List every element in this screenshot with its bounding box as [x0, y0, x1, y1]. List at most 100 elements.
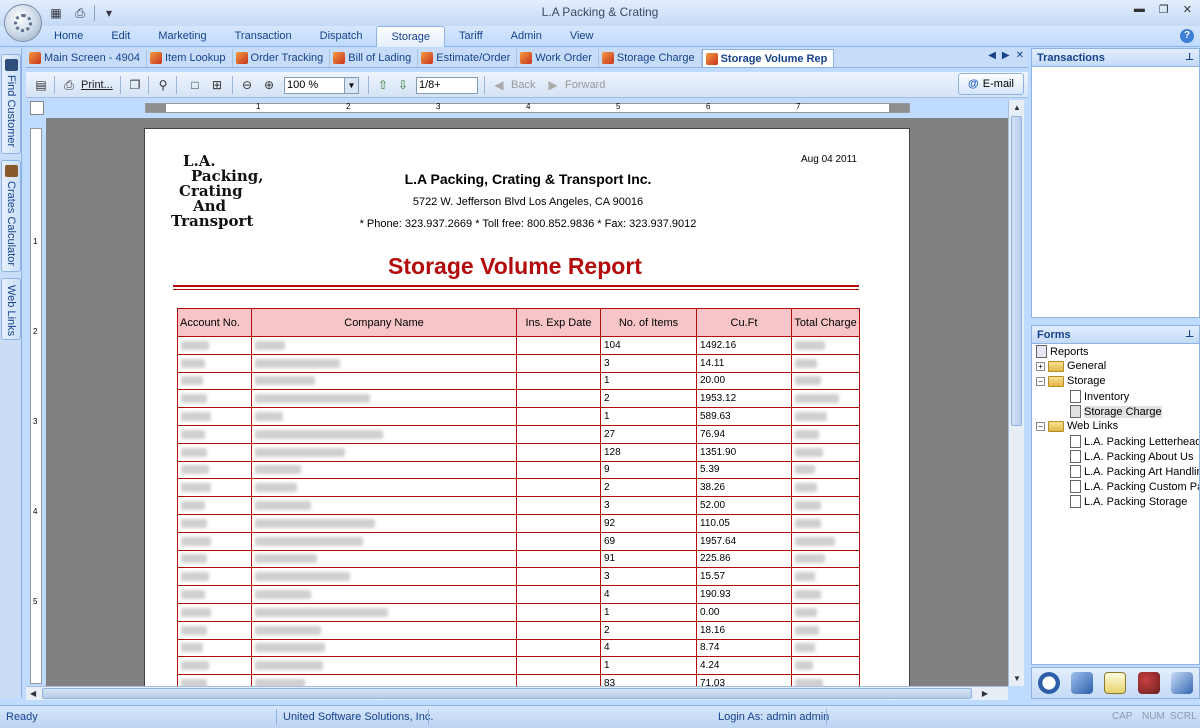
- multi-page-button[interactable]: ⊞: [208, 75, 226, 95]
- ribbon-tab-storage[interactable]: Storage: [376, 26, 445, 47]
- side-tab-find-customer[interactable]: Find Customer: [1, 54, 21, 154]
- tab-scroll-right-icon[interactable]: ▶: [1002, 50, 1010, 61]
- horizontal-scrollbar[interactable]: ◀ ▶: [26, 686, 1008, 700]
- tree-node-letterhead[interactable]: L.A. Packing Letterhead: [1070, 435, 1199, 448]
- ruler-number: 4: [33, 507, 38, 516]
- redacted-value: [181, 536, 211, 546]
- total-charge-cell: [791, 424, 860, 444]
- tree-node-storage-charge[interactable]: Storage Charge: [1070, 405, 1162, 418]
- forward-button[interactable]: ▶ Forward: [544, 75, 605, 95]
- pin-icon[interactable]: ⊥: [1185, 329, 1194, 340]
- collapse-icon[interactable]: −: [1036, 376, 1045, 386]
- vertical-scrollbar[interactable]: ▲ ▼: [1008, 100, 1024, 686]
- total-charge-cell: [791, 407, 860, 426]
- doc-tab-storage-volume-report[interactable]: Storage Volume Rep: [701, 49, 835, 67]
- tree-node-reports[interactable]: Reports: [1036, 345, 1089, 358]
- collapse-icon[interactable]: −: [1036, 421, 1045, 431]
- scrollbar-thumb[interactable]: [42, 688, 972, 699]
- tab-scroll-left-icon[interactable]: ◀: [988, 50, 996, 61]
- tree-node-storage[interactable]: − Storage: [1036, 375, 1106, 387]
- redacted-value: [181, 554, 207, 564]
- ruler-corner: [30, 101, 44, 115]
- scroll-right-icon[interactable]: ▶: [982, 689, 988, 698]
- document-map-button[interactable]: ▤: [32, 75, 50, 95]
- doc-tab-bill-of-lading[interactable]: Bill of Lading: [330, 49, 419, 67]
- next-page-button[interactable]: ⇩: [394, 75, 412, 95]
- tree-node-storage-link[interactable]: L.A. Packing Storage: [1070, 495, 1187, 508]
- ribbon-tab-dispatch[interactable]: Dispatch: [306, 26, 377, 47]
- side-tab-crates-calculator[interactable]: Crates Calculator: [1, 160, 21, 272]
- table-row: 128 1351.90: [177, 442, 860, 462]
- table-row: 2 38.26: [177, 478, 860, 498]
- doc-tab-item-lookup[interactable]: Item Lookup: [147, 49, 233, 67]
- redacted-value: [181, 500, 205, 510]
- close-tab-icon[interactable]: ✕: [1016, 50, 1024, 61]
- redacted-value: [255, 661, 323, 671]
- ribbon-tab-admin[interactable]: Admin: [497, 26, 556, 47]
- clock-icon[interactable]: [1037, 672, 1060, 694]
- close-icon[interactable]: ✕: [1183, 3, 1192, 16]
- expand-icon[interactable]: +: [1036, 361, 1045, 371]
- single-page-icon: □: [191, 78, 199, 92]
- page-number-field[interactable]: 1/8+: [416, 75, 478, 95]
- doc-tab-storage-charge[interactable]: Storage Charge: [599, 49, 702, 67]
- zoom-combobox[interactable]: 100 % ▼: [284, 75, 359, 95]
- doc-tab-estimate-order[interactable]: Estimate/Order: [418, 49, 518, 67]
- single-page-button[interactable]: □: [186, 75, 204, 95]
- report-icon: [705, 52, 718, 65]
- app-menu-button[interactable]: [4, 4, 42, 42]
- scroll-down-icon[interactable]: ▼: [1013, 674, 1021, 683]
- side-tab-web-links[interactable]: Web Links: [1, 278, 21, 340]
- help-icon[interactable]: ?: [1180, 29, 1194, 43]
- form-icon: [1070, 480, 1081, 493]
- minimize-icon[interactable]: ▬: [1134, 3, 1145, 16]
- chevron-down-icon[interactable]: ▼: [344, 77, 358, 93]
- pen-icon[interactable]: [1171, 672, 1194, 694]
- tree-node-custom-packing[interactable]: L.A. Packing Custom Packing: [1070, 480, 1199, 493]
- tree-node-inventory[interactable]: Inventory: [1070, 390, 1129, 403]
- redacted-value: [181, 447, 207, 457]
- previous-page-button[interactable]: ⇧: [374, 75, 392, 95]
- page-number-input[interactable]: 1/8+: [416, 76, 478, 94]
- company-cell: [251, 424, 517, 444]
- side-tab-label: Find Customer: [5, 75, 17, 148]
- ribbon-tab-marketing[interactable]: Marketing: [144, 26, 220, 47]
- users-icon[interactable]: [1137, 672, 1160, 694]
- form-icon: [1070, 390, 1081, 403]
- ribbon-tab-tariff[interactable]: Tariff: [445, 26, 497, 47]
- doc-tab-work-order[interactable]: Work Order: [517, 49, 599, 67]
- back-arrow-icon: ◀: [494, 78, 504, 92]
- tree-node-web-links[interactable]: − Web Links: [1036, 420, 1118, 432]
- pin-icon[interactable]: ⊥: [1185, 52, 1194, 63]
- tree-node-art-handling[interactable]: L.A. Packing Art Handling: [1070, 465, 1199, 478]
- scroll-up-icon[interactable]: ▲: [1013, 103, 1021, 112]
- doc-tab-order-tracking[interactable]: Order Tracking: [233, 49, 331, 67]
- doc-tab-main-screen[interactable]: Main Screen - 4904: [26, 49, 147, 67]
- transactions-icon[interactable]: [1071, 672, 1094, 694]
- zoom-in-button[interactable]: ⊕: [260, 75, 278, 95]
- ribbon-tab-home[interactable]: Home: [40, 26, 97, 47]
- scroll-lock-indicator: SCRL: [1170, 711, 1197, 722]
- tree-node-general[interactable]: + General: [1036, 360, 1106, 372]
- report-icon: [333, 52, 346, 64]
- scroll-left-icon[interactable]: ◀: [30, 689, 36, 698]
- ribbon-tab-transaction[interactable]: Transaction: [221, 26, 306, 47]
- zoom-select[interactable]: 100 % ▼: [284, 76, 359, 94]
- zoom-out-button[interactable]: ⊖: [238, 75, 256, 95]
- ribbon-tab-edit[interactable]: Edit: [97, 26, 144, 47]
- ribbon-tab-view[interactable]: View: [556, 26, 608, 47]
- forms-icon[interactable]: [1104, 672, 1127, 694]
- tree-label: L.A. Packing Storage: [1084, 495, 1188, 508]
- company-cell: [251, 389, 517, 409]
- find-button[interactable]: ⚲: [154, 75, 172, 95]
- tree-node-about-us[interactable]: L.A. Packing About Us: [1070, 450, 1193, 463]
- table-row: 4 8.74: [177, 638, 860, 658]
- email-at-icon: @: [968, 78, 979, 90]
- email-button[interactable]: @ E-mail: [958, 73, 1024, 95]
- print-button[interactable]: ⎙ Print...: [60, 75, 113, 95]
- scrollbar-thumb[interactable]: [1011, 116, 1022, 426]
- copy-button[interactable]: ❐: [126, 75, 144, 95]
- account-cell: [177, 656, 252, 676]
- back-button[interactable]: ◀ Back: [490, 75, 535, 95]
- restore-icon[interactable]: ❐: [1159, 3, 1169, 16]
